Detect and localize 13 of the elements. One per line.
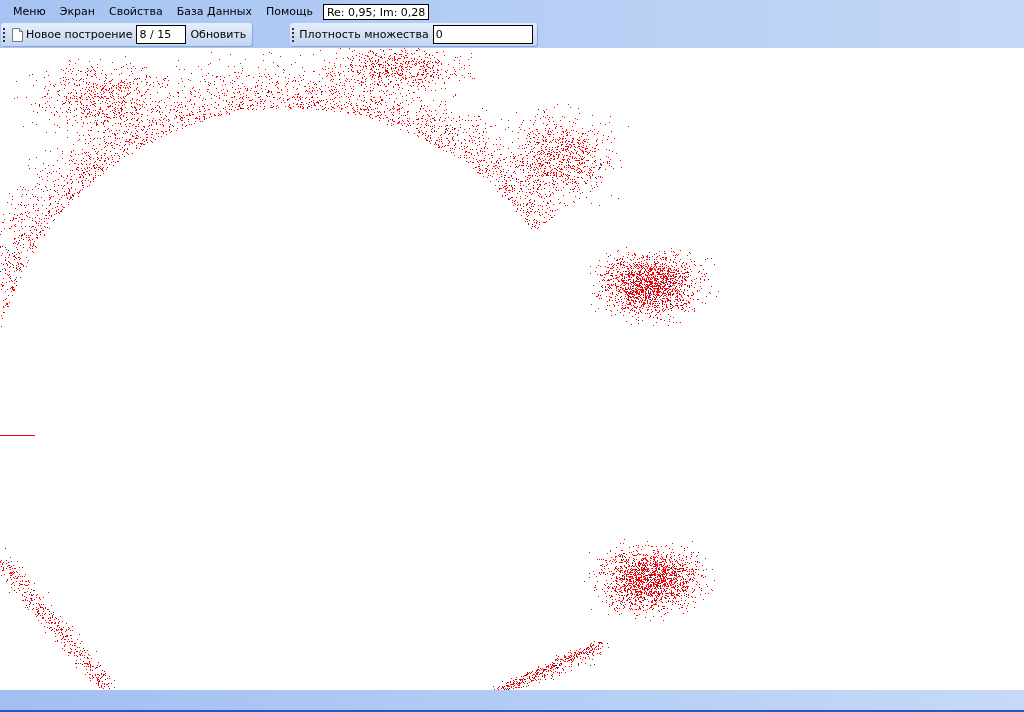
coordinate-readout: Re: 0,95; Im: 0,28 <box>322 3 430 20</box>
menu-item[interactable]: Помощь <box>259 5 320 18</box>
menu-item[interactable]: База Данных <box>169 5 259 18</box>
document-icon <box>12 27 23 42</box>
menu-item[interactable]: Экран <box>52 5 102 18</box>
density-field[interactable]: 0 <box>432 25 533 44</box>
menu-item[interactable]: Меню <box>6 5 53 18</box>
menu-item[interactable]: Свойства <box>101 5 170 18</box>
grip-icon[interactable] <box>292 27 295 42</box>
density-label: Плотность множества <box>299 28 430 41</box>
step-field[interactable]: 8 / 15 <box>136 25 187 44</box>
refresh-button[interactable]: Обновить <box>188 28 249 41</box>
new-build-button[interactable]: Новое построение <box>10 27 135 42</box>
